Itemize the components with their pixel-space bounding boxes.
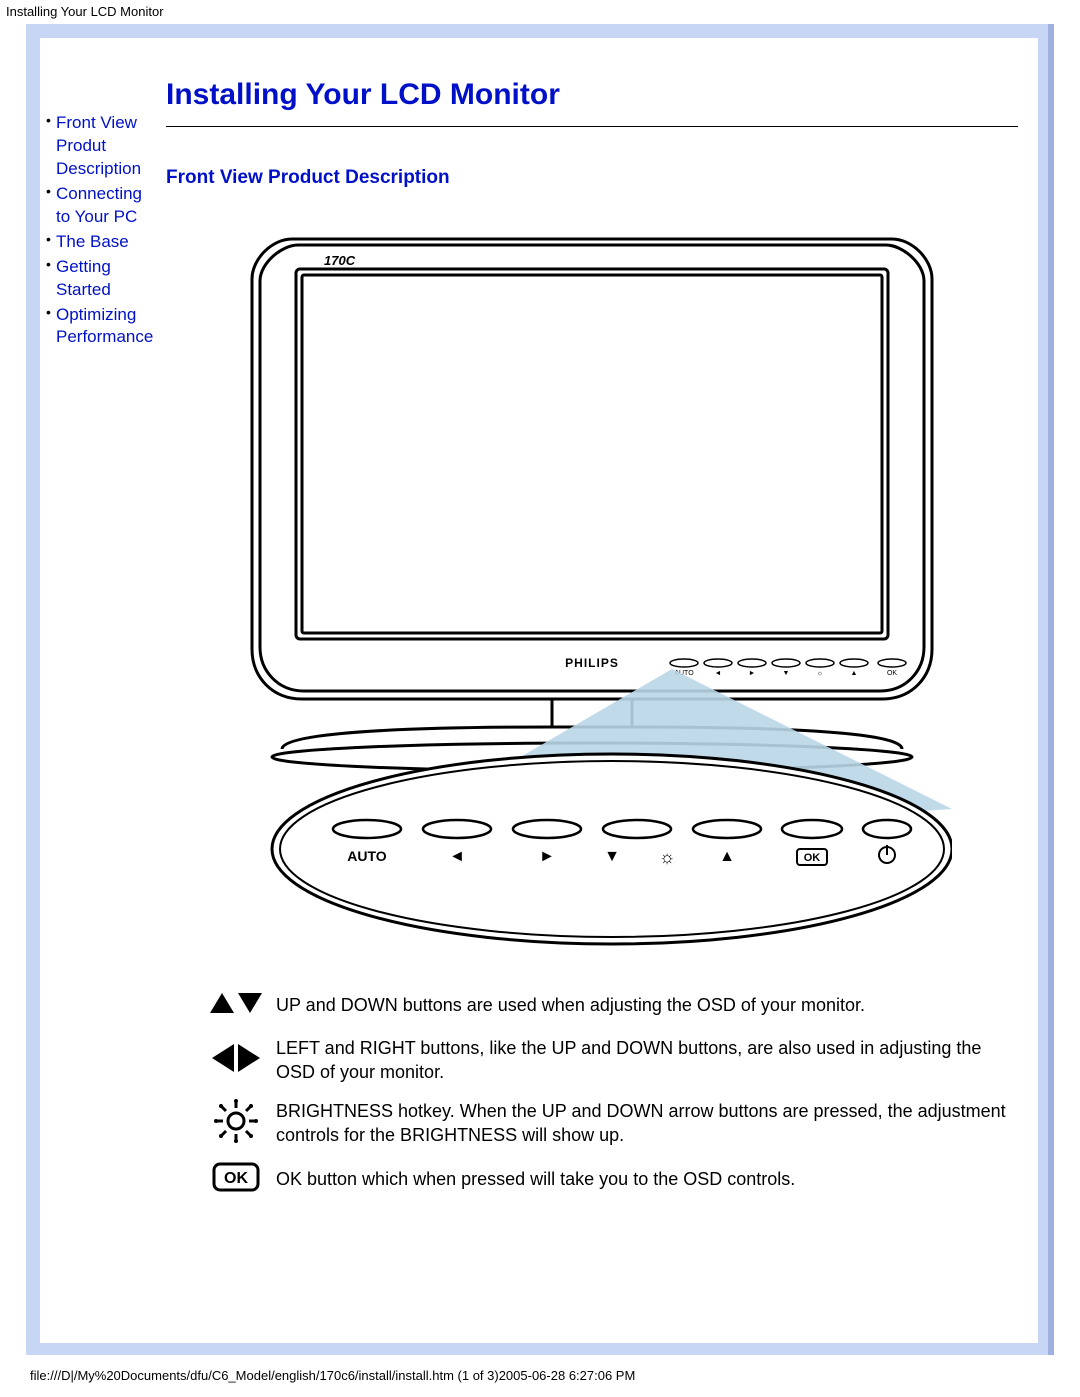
panel-btn-down: ▼: [604, 848, 620, 865]
section-title: Front View Product Description: [166, 167, 1018, 189]
content: Installing Your LCD Monitor Front View P…: [166, 48, 1018, 1211]
panel-btn-brightness: ☼: [659, 847, 676, 867]
legend-text: UP and DOWN buttons are used when adjust…: [276, 993, 1018, 1017]
divider: [166, 126, 1018, 127]
panel-btn-right: ►: [539, 848, 555, 865]
svg-text:OK: OK: [224, 1170, 248, 1187]
legend-row-ok: OK OK button which when pressed will tak…: [196, 1162, 1018, 1197]
sidebar-item-connecting[interactable]: Connecting to Your PC: [56, 184, 142, 226]
brand-label: PHILIPS: [565, 656, 619, 670]
monitor-diagram: 170C PHILIPS AUTO ◄: [232, 229, 952, 949]
brightness-icon: [196, 1099, 276, 1148]
sidebar-item-base[interactable]: The Base: [56, 232, 129, 251]
svg-text:☼: ☼: [817, 670, 823, 677]
page-title: Installing Your LCD Monitor: [166, 78, 1018, 112]
legend-text: LEFT and RIGHT buttons, like the UP and …: [276, 1036, 1018, 1085]
panel-btn-left: ◄: [449, 848, 465, 865]
svg-text:OK: OK: [804, 852, 821, 864]
legend-row-updown: UP and DOWN buttons are used when adjust…: [196, 989, 1018, 1022]
legend-text: BRIGHTNESS hotkey. When the UP and DOWN …: [276, 1099, 1018, 1148]
svg-text:▲: ▲: [851, 670, 858, 677]
ok-icon: OK: [196, 1162, 276, 1197]
panel-btn-up: ▲: [719, 848, 735, 865]
svg-text:▼: ▼: [783, 670, 790, 677]
svg-text:◄: ◄: [715, 670, 722, 677]
legend-text: OK button which when pressed will take y…: [276, 1167, 1018, 1191]
panel-btn-auto: AUTO: [347, 848, 387, 864]
page-frame: Front View Produt Description Connecting…: [26, 24, 1054, 1355]
svg-text:►: ►: [749, 670, 756, 677]
up-down-arrows-icon: [196, 989, 276, 1022]
sidebar: Front View Produt Description Connecting…: [40, 96, 152, 365]
footer-path: file:///D|/My%20Documents/dfu/C6_Model/e…: [30, 1368, 635, 1383]
paper: Front View Produt Description Connecting…: [40, 38, 1038, 1343]
sidebar-item-getting-started[interactable]: Getting Started: [56, 257, 111, 299]
svg-text:OK: OK: [887, 670, 897, 677]
bezel-model-label: 170C: [324, 253, 356, 268]
window-title: Installing Your LCD Monitor: [0, 0, 1080, 23]
legend-row-leftright: LEFT and RIGHT buttons, like the UP and …: [196, 1036, 1018, 1085]
sidebar-item-front-view[interactable]: Front View Produt Description: [56, 113, 141, 178]
sidebar-item-optimizing[interactable]: Optimizing Performance: [56, 305, 153, 347]
button-legend: UP and DOWN buttons are used when adjust…: [196, 989, 1018, 1197]
legend-row-brightness: BRIGHTNESS hotkey. When the UP and DOWN …: [196, 1099, 1018, 1148]
left-right-arrows-icon: [196, 1042, 276, 1079]
